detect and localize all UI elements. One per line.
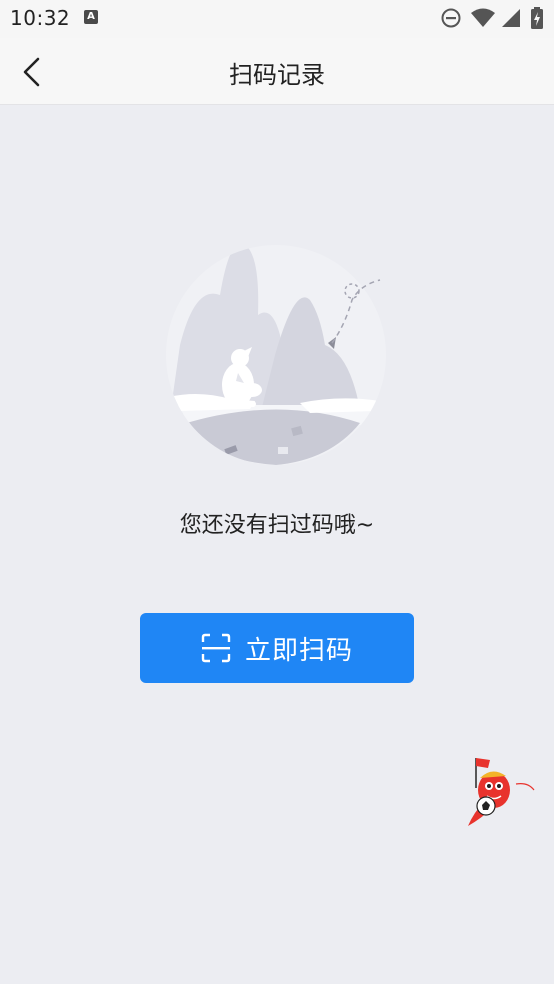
empty-state-illustration	[160, 225, 392, 470]
empty-state-message: 您还没有扫过码哦~	[179, 513, 375, 538]
scan-frame-icon	[201, 633, 231, 663]
notification-a-icon: A	[84, 10, 98, 24]
soccer-mascot-icon[interactable]	[462, 752, 542, 832]
status-bar: 10:32 A	[0, 0, 554, 38]
scan-now-button[interactable]: 立即扫码	[140, 613, 414, 683]
header-bar: 扫码记录	[0, 38, 554, 105]
do-not-disturb-icon	[441, 8, 461, 28]
battery-charging-icon	[531, 7, 543, 29]
page-title: 扫码记录	[229, 61, 325, 89]
wifi-icon	[471, 8, 495, 27]
status-time: 10:32	[10, 6, 71, 30]
scan-now-label: 立即扫码	[244, 635, 353, 666]
signal-icon	[502, 9, 520, 27]
